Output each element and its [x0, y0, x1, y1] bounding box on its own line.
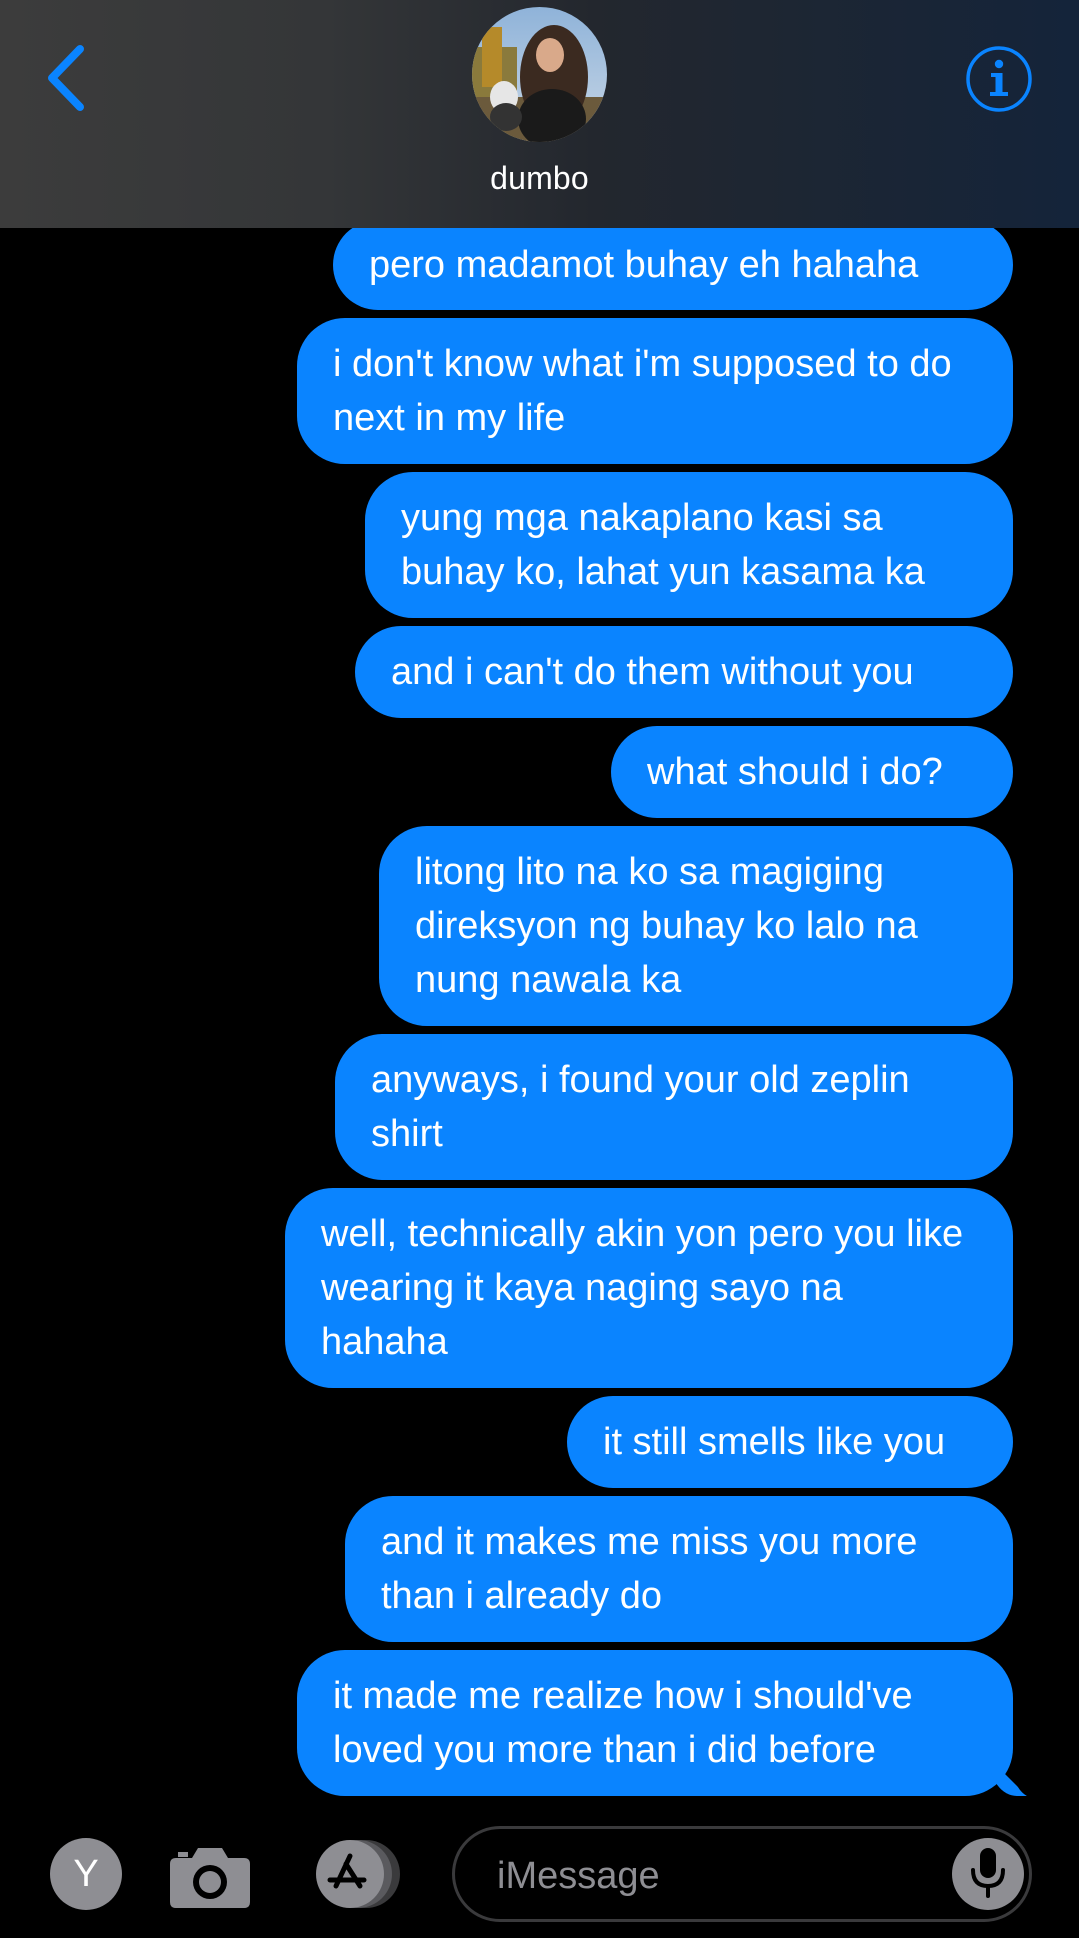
avatar[interactable]	[472, 7, 607, 142]
message-bubble[interactable]: yung mga nakaplano kasi sa buhay ko, lah…	[365, 472, 1013, 618]
message-bubble[interactable]: and it makes me miss you more than i alr…	[345, 1496, 1013, 1642]
message-bubble[interactable]: pero madamot buhay eh hahaha	[333, 220, 1013, 310]
camera-button[interactable]	[168, 1838, 252, 1910]
apps-button[interactable]: Y	[50, 1838, 122, 1910]
back-button[interactable]	[36, 40, 96, 120]
chevron-left-icon	[44, 43, 88, 118]
info-icon	[965, 46, 1033, 117]
message-bubble[interactable]: it still smells like you	[567, 1396, 1013, 1488]
message-bubble[interactable]: i don't know what i'm supposed to do nex…	[297, 318, 1013, 464]
message-bubble[interactable]: anyways, i found your old zeplin shirt	[335, 1034, 1013, 1180]
app-store-button[interactable]	[308, 1838, 404, 1910]
imessage-input-container[interactable]	[452, 1826, 1032, 1922]
message-list[interactable]: pero madamot buhay eh hahaha i don't kno…	[0, 0, 1079, 1810]
app-store-icon	[308, 1840, 404, 1914]
contact-name[interactable]: dumbo	[0, 160, 1079, 197]
info-button[interactable]	[965, 45, 1033, 113]
microphone-button[interactable]	[952, 1838, 1024, 1910]
message-bubble[interactable]: litong lito na ko sa magiging direksyon …	[379, 826, 1013, 1026]
message-bubble[interactable]: it made me realize how i should've loved…	[297, 1650, 1043, 1798]
imessage-input[interactable]	[495, 1847, 899, 1905]
camera-icon	[168, 1848, 252, 1914]
microphone-icon	[968, 1846, 1008, 1903]
message-bubble[interactable]: what should i do?	[611, 726, 1013, 818]
message-bubble[interactable]: well, technically akin yon pero you like…	[285, 1188, 1013, 1388]
message-bubble[interactable]: and i can't do them without you	[355, 626, 1013, 718]
conversation-header: dumbo	[0, 0, 1079, 228]
